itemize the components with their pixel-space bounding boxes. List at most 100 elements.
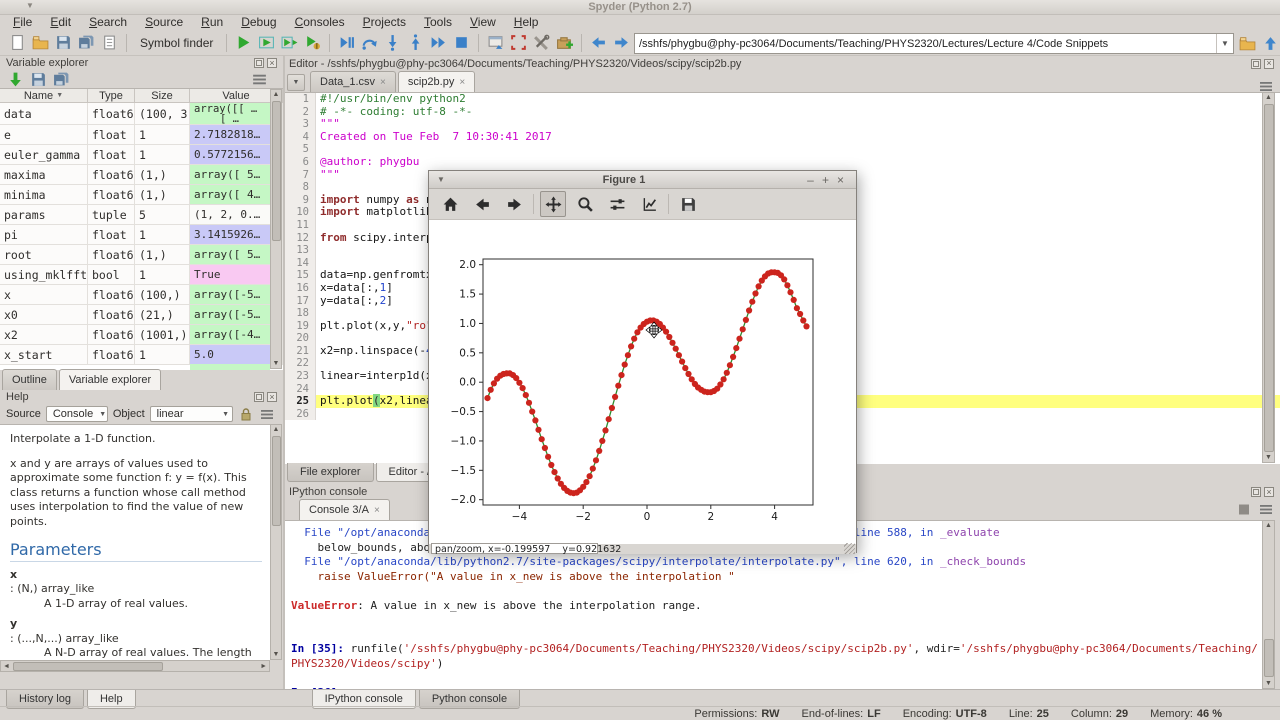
column-header-type[interactable]: Type — [88, 89, 135, 102]
working-directory-dropdown-icon[interactable]: ▼ — [1216, 34, 1233, 53]
close-icon[interactable]: × — [1264, 487, 1274, 497]
column-header-name[interactable]: Name ▼ — [0, 89, 88, 102]
close-icon[interactable]: × — [267, 392, 277, 402]
back-button[interactable] — [587, 32, 610, 54]
object-combo[interactable]: linear ▼ — [149, 406, 233, 422]
scroll-left-icon[interactable]: ◄ — [3, 663, 10, 670]
forward-tool-button[interactable] — [501, 191, 527, 217]
table-row[interactable]: x0float64(21,)array([-5… — [0, 305, 283, 325]
table-row[interactable]: rootfloat64(1,)array([ 5… — [0, 245, 283, 265]
save-tool-button[interactable] — [675, 191, 701, 217]
close-icon[interactable]: × — [267, 58, 277, 68]
scroll-up-icon[interactable]: ▲ — [271, 91, 281, 98]
browse-tabs-icon[interactable]: ▼ — [287, 74, 305, 91]
menu-view[interactable]: View — [461, 14, 505, 30]
console-scrollbar[interactable]: ▲ ▼ — [1262, 520, 1275, 689]
close-tab-icon[interactable]: × — [374, 505, 380, 516]
menu-file[interactable]: File — [4, 14, 41, 30]
menu-run[interactable]: Run — [192, 14, 232, 30]
step-into-button[interactable] — [381, 32, 404, 54]
code-line[interactable]: 2 # -*- coding: utf-8 -*- — [285, 105, 1280, 119]
menu-consoles[interactable]: Consoles — [286, 14, 354, 30]
table-row[interactable]: xfloat64(100,)array([-5… — [0, 285, 283, 305]
menu-help[interactable]: Help — [505, 14, 548, 30]
menu-projects[interactable]: Projects — [354, 14, 415, 30]
tab-scip2b-py[interactable]: scip2b.py × — [397, 71, 476, 92]
table-row[interactable]: params tuple 5 (1, 2, 0.… — [0, 205, 283, 225]
toggle-fullscreen-button[interactable] — [507, 32, 530, 54]
options-icon[interactable] — [259, 403, 275, 425]
tab-variable-explorer[interactable]: Variable explorer — [58, 369, 162, 390]
file-switcher-button[interactable] — [98, 32, 121, 54]
new-file-button[interactable] — [6, 32, 29, 54]
undock-icon[interactable] — [254, 392, 264, 402]
scroll-up-icon[interactable]: ▲ — [1263, 94, 1274, 101]
tab-data_1-csv[interactable]: Data_1.csv × — [310, 71, 396, 92]
working-directory-input[interactable] — [635, 37, 1216, 50]
menu-source[interactable]: Source — [136, 14, 192, 30]
interrupt-kernel-icon[interactable] — [1236, 498, 1252, 520]
zoom-tool-button[interactable] — [572, 191, 598, 217]
debug-continue-button[interactable] — [427, 32, 450, 54]
parent-directory-button[interactable] — [1259, 32, 1280, 54]
close-tab-icon[interactable]: × — [459, 77, 465, 88]
code-line[interactable]: 4 Created on Tue Feb 7 10:30:41 2017 — [285, 130, 1280, 144]
run-cell-advance-button[interactable] — [278, 32, 301, 54]
figure-titlebar[interactable]: ▼ Figure 1 – + × — [429, 171, 856, 189]
save-all-button[interactable] — [75, 32, 98, 54]
lock-icon[interactable] — [238, 403, 254, 425]
tab-console-3a[interactable]: Console 3/A × — [299, 499, 390, 520]
scroll-right-icon[interactable]: ► — [260, 663, 267, 670]
maximize-button[interactable]: + — [818, 173, 833, 187]
run-button[interactable] — [232, 32, 255, 54]
resize-grip[interactable] — [844, 543, 855, 554]
scrollbar-thumb[interactable] — [272, 101, 281, 241]
new-window-button[interactable] — [484, 32, 507, 54]
pan-tool-button[interactable] — [540, 191, 566, 217]
code-line[interactable]: 5 — [285, 143, 1280, 156]
scroll-up-icon[interactable]: ▲ — [271, 426, 281, 433]
scroll-down-icon[interactable]: ▼ — [271, 360, 281, 367]
table-row[interactable]: euler_gamma float 1 0.5772156… — [0, 145, 283, 165]
table-row[interactable]: maximafloat64(1,)array([ 5… — [0, 165, 283, 185]
undock-icon[interactable] — [1251, 487, 1261, 497]
help-hscrollbar[interactable]: ◄ ► — [0, 660, 270, 672]
column-header-size[interactable]: Size — [135, 89, 190, 102]
scroll-up-icon[interactable]: ▲ — [1263, 522, 1274, 529]
customize-tool-button[interactable] — [636, 191, 662, 217]
table-row[interactable]: pi float 1 3.1415926… — [0, 225, 283, 245]
step-out-button[interactable] — [404, 32, 427, 54]
scroll-down-icon[interactable]: ▼ — [1263, 454, 1274, 461]
menu-debug[interactable]: Debug — [232, 14, 285, 30]
preferences-button[interactable] — [530, 32, 553, 54]
home-tool-button[interactable] — [437, 191, 463, 217]
plot[interactable]: −4 −2 0 2 4 −2.0 −1.5 −1.0 −0.5 0.0 0.5 1.0 1.5 2.0 — [429, 220, 858, 544]
table-row[interactable]: minimafloat64(1,)array([ 4… — [0, 185, 283, 205]
symbol-finder-button[interactable]: Symbol finder — [132, 36, 221, 50]
menu-tools[interactable]: Tools — [415, 14, 461, 30]
tab-outline[interactable]: Outline — [2, 369, 57, 390]
open-directory-button[interactable] — [1236, 32, 1259, 54]
options-icon[interactable] — [1258, 498, 1274, 520]
code-line[interactable]: 6 @author: phygbu — [285, 155, 1280, 169]
debug-button[interactable] — [335, 32, 358, 54]
step-over-button[interactable] — [358, 32, 381, 54]
stack-tab-file[interactable]: File explorer — [287, 463, 374, 482]
table-row[interactable]: x_startfloat6415.0 — [0, 345, 283, 365]
window-menu-arrow-icon[interactable]: ▼ — [26, 1, 34, 10]
run-cell-button[interactable] — [255, 32, 278, 54]
table-row[interactable]: datafloat64(100, 3)array([[ …[ … — [0, 103, 283, 125]
undock-icon[interactable] — [1251, 58, 1261, 69]
menu-search[interactable]: Search — [80, 14, 136, 30]
scrollbar-thumb[interactable] — [272, 436, 281, 526]
scrollbar-thumb[interactable] — [13, 662, 163, 671]
minimize-button[interactable]: – — [803, 173, 818, 187]
subplots-tool-button[interactable] — [604, 191, 630, 217]
window-menu-arrow-icon[interactable]: ▼ — [437, 175, 445, 184]
scroll-down-icon[interactable]: ▼ — [271, 651, 281, 658]
menu-edit[interactable]: Edit — [41, 14, 80, 30]
help-vscrollbar[interactable]: ▲ ▼ — [270, 424, 282, 660]
scrollbar-thumb[interactable] — [1264, 639, 1274, 677]
run-configuration-button[interactable] — [301, 32, 324, 54]
close-button[interactable]: × — [833, 173, 848, 187]
